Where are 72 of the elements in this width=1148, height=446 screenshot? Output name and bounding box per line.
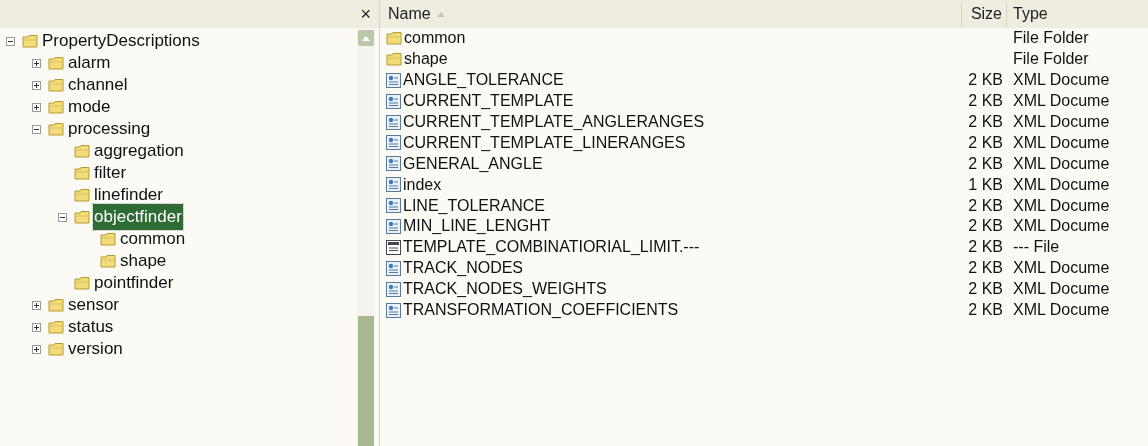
folder-icon — [100, 232, 116, 246]
file-icon — [386, 239, 401, 255]
file-type: XML Docume — [1013, 196, 1110, 214]
folder-icon — [48, 298, 64, 312]
folder-icon — [48, 122, 64, 136]
size-column-header[interactable]: Size — [962, 2, 1007, 28]
expand-icon[interactable] — [32, 58, 41, 68]
file-type: XML Docume — [1013, 154, 1110, 172]
folder-icon — [74, 188, 90, 202]
folder-icon — [48, 78, 64, 92]
document-icon — [386, 198, 401, 214]
file-size: 2 KB — [968, 216, 1003, 237]
sort-arrow-icon — [436, 11, 445, 17]
document-icon — [386, 260, 401, 276]
file-type: --- File — [1013, 238, 1060, 256]
folder-icon — [74, 144, 90, 158]
document-icon — [386, 302, 401, 318]
file-size: 2 KB — [968, 153, 1003, 174]
document-icon — [386, 156, 401, 172]
file-size: 2 KB — [968, 91, 1003, 112]
document-icon — [386, 72, 401, 88]
scrollbar-thumb[interactable] — [358, 316, 374, 446]
file-type: XML Docume — [1013, 71, 1110, 89]
folder-icon — [74, 210, 90, 224]
file-size: 2 KB — [968, 237, 1003, 258]
folder-icon — [48, 100, 64, 114]
folder-icon — [48, 56, 64, 70]
document-icon — [386, 218, 401, 234]
type-column-header[interactable]: Type — [1007, 2, 1148, 28]
document-icon — [386, 114, 401, 130]
file-type: XML Docume — [1013, 133, 1110, 151]
expand-icon[interactable] — [32, 80, 41, 90]
folder-icon — [386, 52, 402, 67]
file-size: 2 KB — [968, 70, 1003, 91]
document-icon — [386, 93, 401, 109]
close-button[interactable]: × — [358, 5, 373, 23]
file-type: File Folder — [1013, 29, 1089, 47]
folder-icon — [74, 276, 90, 290]
file-size: 2 KB — [968, 258, 1003, 279]
collapse-icon[interactable] — [32, 124, 41, 134]
file-size: 2 KB — [968, 300, 1003, 321]
file-type: XML Docume — [1013, 217, 1110, 235]
expand-icon[interactable] — [32, 300, 41, 310]
file-size: 2 KB — [968, 279, 1003, 300]
expand-icon[interactable] — [32, 344, 41, 354]
expand-icon[interactable] — [32, 322, 41, 332]
file-type: XML Docume — [1013, 175, 1110, 193]
file-size: 2 KB — [968, 112, 1003, 132]
document-icon — [386, 135, 401, 151]
file-type: XML Docume — [1013, 92, 1110, 110]
document-icon — [386, 281, 401, 297]
folder-icon — [48, 320, 64, 334]
folder-icon — [74, 166, 90, 180]
folder-icon — [48, 342, 64, 356]
collapse-icon[interactable] — [58, 212, 67, 222]
folder-icon — [100, 254, 116, 268]
file-type: XML Docume — [1013, 280, 1110, 298]
folder-icon — [22, 34, 38, 48]
expand-icon[interactable] — [32, 102, 41, 112]
file-type: XML Docume — [1013, 113, 1110, 130]
name-column-header[interactable]: Name — [380, 2, 962, 28]
file-size: 1 KB — [968, 174, 1003, 195]
folder-icon — [386, 31, 402, 46]
file-type: File Folder — [1013, 50, 1089, 68]
file-type: XML Docume — [1013, 259, 1110, 277]
file-size: 2 KB — [968, 195, 1003, 216]
tree-item[interactable]: objectfinder — [93, 204, 183, 230]
collapse-icon[interactable] — [6, 36, 15, 46]
file-size: 2 KB — [968, 132, 1003, 153]
up-arrow-icon — [362, 35, 370, 41]
file-type: XML Docume — [1013, 301, 1110, 319]
document-icon — [386, 177, 401, 193]
